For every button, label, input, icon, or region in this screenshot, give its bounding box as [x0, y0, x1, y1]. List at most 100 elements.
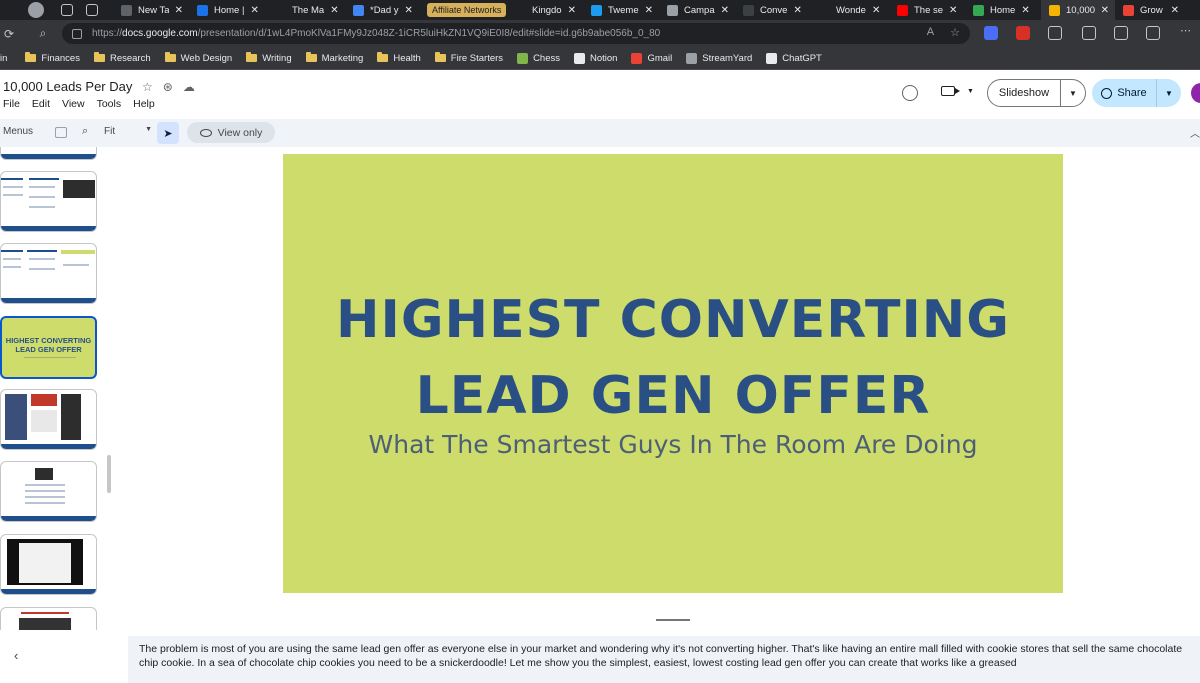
- bookmark-item[interactable]: Notion: [574, 52, 617, 64]
- menu-help[interactable]: Help: [133, 98, 155, 110]
- close-tab-icon[interactable]: ✕: [568, 5, 576, 16]
- browser-profile-icon[interactable]: [28, 2, 44, 18]
- bookmark-item[interactable]: in: [0, 53, 7, 64]
- avatar[interactable]: [1191, 83, 1200, 103]
- extension-icon-1[interactable]: [984, 26, 998, 40]
- slideshow-dropdown-icon[interactable]: ▼: [1061, 89, 1085, 98]
- share-main[interactable]: Share: [1092, 79, 1157, 107]
- folder-icon: [305, 52, 317, 62]
- share-dropdown-icon[interactable]: ▼: [1157, 89, 1181, 98]
- bookmark-item[interactable]: Research: [93, 52, 151, 64]
- menus-search[interactable]: Menus: [3, 126, 33, 137]
- slide-thumbnail[interactable]: [0, 389, 97, 450]
- slideshow-label[interactable]: Slideshow: [988, 80, 1061, 106]
- zoom-icon[interactable]: ⌕: [82, 125, 88, 138]
- bookmark-item[interactable]: Fire Starters: [434, 52, 503, 64]
- more-menu-icon[interactable]: ⋯: [1180, 24, 1194, 38]
- filmstrip-scrollbar[interactable]: [107, 455, 111, 493]
- browser-tab[interactable]: Campa ✕: [659, 0, 735, 20]
- browser-tab[interactable]: Tweme ✕: [583, 0, 659, 20]
- reload-icon[interactable]: ⟳: [2, 27, 16, 41]
- sidebar-icon[interactable]: [1082, 26, 1096, 40]
- menu-file[interactable]: File: [3, 98, 20, 110]
- chevron-left-icon[interactable]: ‹: [14, 648, 18, 663]
- close-tab-icon[interactable]: ✕: [330, 5, 338, 16]
- read-aloud-icon[interactable]: A: [927, 26, 934, 39]
- browser-tab[interactable]: Grow T ✕: [1115, 0, 1185, 20]
- document-title[interactable]: 10,000 Leads Per Day: [3, 79, 132, 94]
- bookmark-item[interactable]: ChatGPT: [766, 52, 822, 64]
- version-history-icon[interactable]: [902, 85, 918, 101]
- close-tab-icon[interactable]: ✕: [1171, 5, 1179, 16]
- close-tab-icon[interactable]: ✕: [721, 5, 729, 16]
- caption-text: The problem is most of you are using the…: [139, 643, 1183, 669]
- select-pointer-icon[interactable]: ➤: [157, 122, 179, 144]
- bookmark-item[interactable]: Chess: [517, 52, 560, 64]
- move-icon[interactable]: ⊛: [163, 80, 173, 94]
- browser-tab[interactable]: Conve ✕: [735, 0, 811, 20]
- meet-button[interactable]: ▼: [941, 86, 974, 96]
- bookmark-label: Writing: [262, 52, 292, 64]
- slide-thumbnail[interactable]: [0, 461, 97, 522]
- site-info-icon[interactable]: [72, 28, 82, 39]
- bookmark-item[interactable]: Health: [377, 52, 421, 64]
- bookmark-item[interactable]: Finances: [25, 52, 80, 64]
- close-tab-icon[interactable]: ✕: [949, 5, 957, 16]
- slide-thumbnail-selected[interactable]: HIGHEST CONVERTING LEAD GEN OFFER: [0, 316, 97, 379]
- menu-edit[interactable]: Edit: [32, 98, 50, 110]
- slide-thumbnail[interactable]: [0, 147, 97, 160]
- close-tab-icon[interactable]: ✕: [645, 5, 653, 16]
- browser-tab[interactable]: 10,000 ✕: [1041, 0, 1115, 20]
- address-bar: ⟳ ⌕ https://docs.google.com/presentation…: [0, 20, 1200, 47]
- close-tab-icon[interactable]: ✕: [1021, 5, 1029, 16]
- bookmark-star-icon[interactable]: ☆: [950, 26, 960, 39]
- slide-thumbnail[interactable]: [0, 243, 97, 304]
- tab-search-icon[interactable]: [61, 4, 73, 16]
- bookmark-item[interactable]: StreamYard: [686, 52, 752, 64]
- browser-tab[interactable]: Home | ✕: [189, 0, 267, 20]
- close-tab-icon[interactable]: ✕: [1101, 5, 1109, 16]
- search-icon[interactable]: ⌕: [36, 26, 50, 41]
- tab-title: Conve: [760, 4, 788, 16]
- browser-tab[interactable]: The se ✕: [889, 0, 965, 20]
- slide-filmstrip[interactable]: HIGHEST CONVERTING LEAD GEN OFFER: [0, 147, 112, 630]
- bookmark-item[interactable]: Writing: [246, 52, 292, 64]
- browser-tab[interactable]: Home ✕: [965, 0, 1041, 20]
- close-tab-icon[interactable]: ✕: [872, 5, 880, 16]
- browser-tab[interactable]: Kingdo ✕: [507, 0, 583, 20]
- url-field[interactable]: https://docs.google.com/presentation/d/1…: [62, 23, 970, 44]
- browser-tab[interactable]: *Dad y ✕: [345, 0, 423, 20]
- tab-overview-icon[interactable]: [86, 4, 98, 16]
- close-tab-icon[interactable]: ✕: [250, 5, 258, 16]
- favorites-icon[interactable]: [1114, 26, 1128, 40]
- extension-icon-3[interactable]: [1048, 26, 1062, 40]
- zoom-select[interactable]: Fit ▼: [104, 126, 152, 137]
- slide-thumbnail[interactable]: [0, 534, 97, 595]
- bookmark-item[interactable]: Web Design: [164, 52, 232, 64]
- bookmark-item[interactable]: Gmail: [631, 52, 672, 64]
- print-icon[interactable]: [55, 127, 67, 138]
- menu-tools[interactable]: Tools: [97, 98, 122, 110]
- star-icon[interactable]: ☆: [142, 80, 153, 94]
- browser-tab[interactable]: Wonde ✕: [811, 0, 889, 20]
- collections-icon[interactable]: [1146, 26, 1160, 40]
- close-tab-icon[interactable]: ✕: [793, 5, 801, 16]
- extension-icon-2[interactable]: [1016, 26, 1030, 40]
- speaker-notes-handle[interactable]: [656, 619, 690, 621]
- slide-thumbnail[interactable]: [0, 171, 97, 232]
- bookmark-item[interactable]: Marketing: [305, 52, 363, 64]
- chevron-up-icon[interactable]: ︿: [1190, 125, 1200, 140]
- tab-favicon-icon: [1049, 4, 1060, 16]
- folder-icon: [246, 52, 258, 62]
- close-tab-icon[interactable]: ✕: [175, 5, 183, 16]
- tab-group-label[interactable]: Affiliate Networks: [427, 3, 507, 17]
- slideshow-button[interactable]: Slideshow ▼: [987, 79, 1086, 107]
- menu-view[interactable]: View: [62, 98, 85, 110]
- browser-tab[interactable]: The Ma ✕: [267, 0, 345, 20]
- close-tab-icon[interactable]: ✕: [405, 5, 413, 16]
- view-only-button[interactable]: View only: [187, 122, 275, 143]
- share-button[interactable]: Share ▼: [1092, 79, 1181, 107]
- browser-tab[interactable]: New Ta ✕: [113, 0, 189, 20]
- slide-thumbnail[interactable]: [0, 607, 97, 630]
- browser-tab[interactable]: Affiliate Networks: [423, 0, 507, 20]
